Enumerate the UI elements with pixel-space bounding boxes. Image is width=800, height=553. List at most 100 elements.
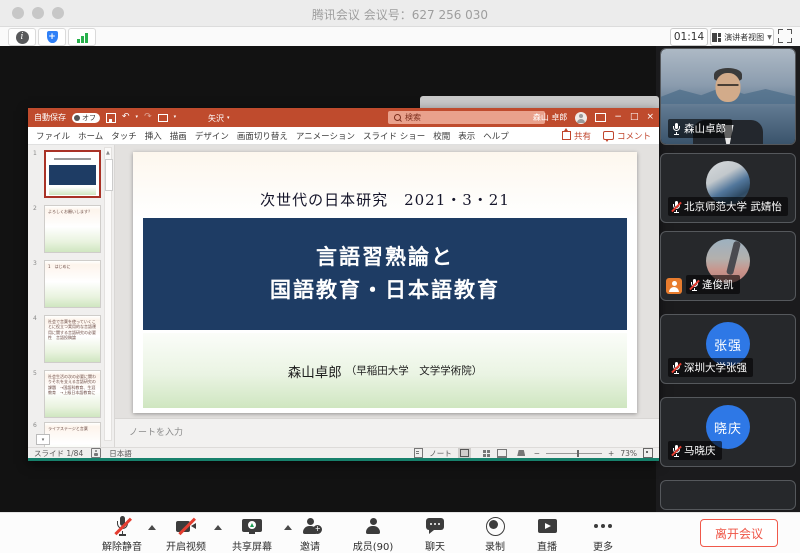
zoom-level[interactable]: 73% bbox=[620, 449, 637, 458]
mic-muted-icon bbox=[690, 279, 698, 291]
chevron-down-icon: ▼ bbox=[767, 34, 772, 41]
thumbnail-collapse-button[interactable]: ▾ bbox=[36, 434, 50, 445]
leave-meeting-button[interactable]: 离开会议 bbox=[700, 519, 778, 547]
network-status-button[interactable] bbox=[68, 28, 96, 46]
zoom-slider[interactable] bbox=[546, 453, 602, 454]
reading-view-button[interactable] bbox=[496, 448, 509, 458]
notes-toggle-label[interactable]: ノート bbox=[429, 448, 452, 459]
notes-pane[interactable]: ノートを入力 bbox=[115, 418, 659, 447]
video-tile[interactable]: 晓庆 马晓庆 bbox=[660, 397, 796, 467]
scroll-up-icon[interactable]: ▲ bbox=[106, 150, 110, 156]
close-button[interactable]: × bbox=[646, 113, 654, 122]
participant-label: 深圳大学张强 bbox=[668, 358, 753, 377]
tab-home[interactable]: ホーム bbox=[78, 130, 103, 142]
participant-label: 马晓庆 bbox=[668, 441, 722, 460]
video-tile[interactable]: 逄俊凯 bbox=[660, 231, 796, 301]
thumbnail-scrollbar[interactable]: ▲ bbox=[104, 147, 112, 441]
normal-view-button[interactable] bbox=[458, 448, 471, 458]
chat-button[interactable]: 聊天 bbox=[403, 516, 467, 553]
slideshow-button[interactable] bbox=[515, 448, 528, 458]
zoom-out-button[interactable]: − bbox=[534, 449, 540, 458]
livestream-button[interactable]: 直播 bbox=[515, 516, 579, 553]
statusbar-right: ノート − + 73% bbox=[414, 448, 653, 459]
slide-sorter-button[interactable] bbox=[477, 448, 490, 458]
slide-title-line2: 国語教育・日本語教育 bbox=[270, 274, 500, 307]
current-slide[interactable]: 次世代の日本研究 2021・3・21 言語習熟論と 国語教育・日本語教育 森山卓… bbox=[133, 152, 637, 413]
autosave-toggle[interactable]: オフ bbox=[72, 113, 100, 123]
invite-button[interactable]: + 邀请 bbox=[278, 516, 342, 553]
undo-icon[interactable]: ↶ bbox=[122, 113, 130, 122]
members-button[interactable]: 成员(90) bbox=[341, 516, 405, 553]
thumbnail-slide-5[interactable]: 社会生活の次の必要に関わりそれを支える言語研究の課題 →国語科教育、生涯教育 →… bbox=[44, 370, 101, 418]
share-screen-button[interactable]: 共享屏幕 bbox=[220, 516, 284, 553]
participant-label: 逄俊凯 bbox=[686, 275, 740, 294]
comments-button[interactable]: コメント bbox=[603, 130, 651, 142]
doc-dropdown-icon[interactable]: ▾ bbox=[227, 116, 230, 121]
unmute-button[interactable]: 解除静音 bbox=[90, 516, 154, 553]
video-tile[interactable]: 北京师范大学 武婧怡 bbox=[660, 153, 796, 223]
ppt-statusbar: スライド 1/84 日本語 ノート − + 73% bbox=[28, 447, 659, 458]
normal-view-icon bbox=[460, 449, 469, 457]
view-mode-selector[interactable]: 演讲者视图 ▼ bbox=[710, 28, 774, 46]
notes-toggle-icon[interactable] bbox=[414, 448, 423, 458]
tab-review[interactable]: 校閲 bbox=[433, 130, 450, 142]
thumbnail-caption: よろしくお願いします？ bbox=[45, 206, 100, 214]
video-tile-speaker[interactable]: 森山卓郎 bbox=[660, 48, 796, 145]
thumbnail-slide-1[interactable] bbox=[44, 150, 101, 198]
more-commands-icon[interactable]: ▾ bbox=[174, 115, 177, 120]
comment-icon bbox=[603, 131, 614, 140]
ribbon-options-icon[interactable] bbox=[595, 113, 606, 122]
zoom-in-button[interactable]: + bbox=[608, 449, 614, 458]
video-tile[interactable]: 张强 深圳大学张强 bbox=[660, 314, 796, 384]
tab-touch[interactable]: タッチ bbox=[111, 130, 137, 142]
tab-view[interactable]: 表示 bbox=[458, 130, 475, 142]
thumbnail-slide-2[interactable]: よろしくお願いします？ bbox=[44, 205, 101, 253]
minimize-button[interactable]: − bbox=[614, 113, 622, 122]
slide-header-text: 次世代の日本研究 2021・3・21 bbox=[133, 152, 637, 218]
meeting-topbar: i + 01:14 演讲者视图 ▼ bbox=[0, 27, 800, 47]
thumbnail-slide-3[interactable]: 1 はじめに bbox=[44, 260, 101, 308]
thumbnail-caption: ライフステージと言葉 bbox=[45, 423, 100, 431]
share-icon bbox=[562, 131, 571, 140]
document-title: 矢沢▾ bbox=[208, 113, 230, 124]
accessibility-icon[interactable] bbox=[91, 448, 101, 458]
slide-number: 4 bbox=[33, 315, 37, 322]
fullscreen-button[interactable] bbox=[778, 29, 792, 43]
more-button[interactable]: 更多 bbox=[571, 516, 635, 553]
tab-design[interactable]: デザイン bbox=[195, 130, 229, 142]
chat-label: 聊天 bbox=[403, 538, 467, 553]
start-video-button[interactable]: 开启视频 bbox=[154, 516, 218, 553]
fit-to-window-icon[interactable] bbox=[643, 448, 653, 458]
thumbnail-slide-4[interactable]: 社会で言葉を使っていくことに役立つ実用的な言語運用に関する言語研究の必要性 言語… bbox=[44, 315, 101, 363]
slide-thumbnail-panel: 1 2 よろしくお願いします？ 3 1 はじめに 4 社会で言葉を使っていくこと… bbox=[28, 145, 115, 447]
share-screen-label: 共享屏幕 bbox=[220, 538, 284, 553]
participant-label: 森山卓郎 bbox=[668, 119, 732, 138]
scrollbar-thumb[interactable] bbox=[105, 159, 113, 191]
tab-slideshow[interactable]: スライド ショー bbox=[363, 130, 425, 142]
meeting-security-button[interactable]: + bbox=[38, 28, 66, 46]
ppt-search-box[interactable]: 検索 bbox=[388, 111, 545, 124]
video-tile-partial[interactable] bbox=[660, 480, 796, 510]
tab-draw[interactable]: 描画 bbox=[170, 130, 187, 142]
livestream-label: 直播 bbox=[515, 538, 579, 553]
user-avatar[interactable] bbox=[575, 112, 587, 124]
present-icon[interactable] bbox=[158, 114, 168, 122]
tab-transitions[interactable]: 画面切り替え bbox=[237, 130, 288, 142]
reading-view-icon bbox=[497, 449, 507, 458]
tab-animations[interactable]: アニメーション bbox=[296, 130, 355, 142]
undo-dropdown-icon[interactable]: ▾ bbox=[136, 115, 139, 120]
meeting-info-button[interactable]: i bbox=[8, 28, 36, 46]
share-button[interactable]: 共有 bbox=[562, 130, 591, 142]
language-indicator[interactable]: 日本語 bbox=[109, 448, 132, 459]
autosave-state: オフ bbox=[82, 113, 96, 123]
maximize-button[interactable]: □ bbox=[630, 113, 639, 122]
save-icon[interactable] bbox=[106, 113, 116, 123]
tab-file[interactable]: ファイル bbox=[36, 130, 70, 142]
mac-titlebar: 腾讯会议 会议号：627 256 030 bbox=[0, 0, 800, 27]
slideshow-icon bbox=[517, 450, 525, 456]
zoom-slider-thumb[interactable] bbox=[577, 450, 579, 457]
tab-help[interactable]: ヘルプ bbox=[483, 130, 509, 142]
tab-insert[interactable]: 挿入 bbox=[145, 130, 162, 142]
thumbnail-slide-6[interactable]: ライフステージと言葉 bbox=[44, 422, 101, 447]
ppt-titlebar: 自動保存 オフ ↶ ▾ ↷ ▾ 矢沢▾ 検索 森山 卓郎 − □ bbox=[28, 108, 659, 127]
